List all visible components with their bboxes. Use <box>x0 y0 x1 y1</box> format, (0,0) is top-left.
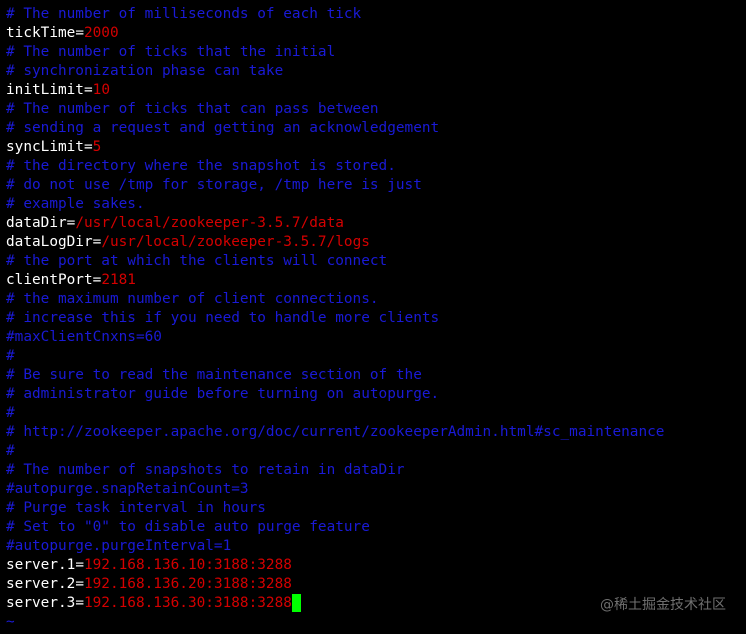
config-value: 192.168.136.20:3188:3288 <box>83 576 292 592</box>
comment-line: # The number of milliseconds of each tic… <box>6 5 746 24</box>
comment-line: # <box>6 347 746 366</box>
config-line: server.1=192.168.136.10:3188:3288 <box>6 556 746 575</box>
comment-line: #autopurge.snapRetainCount=3 <box>6 480 746 499</box>
comment-text: # Purge task interval in hours <box>6 500 266 516</box>
config-value: /usr/local/zookeeper-3.5.7/data <box>75 215 344 231</box>
equals-sign: = <box>83 139 93 155</box>
config-value: 5 <box>92 139 102 155</box>
comment-text: # increase this if you need to handle mo… <box>6 310 440 326</box>
comment-text: # Set to "0" to disable auto purge featu… <box>6 519 370 535</box>
comment-text: # administrator guide before turning on … <box>6 386 440 402</box>
config-line: server.2=192.168.136.20:3188:3288 <box>6 575 746 594</box>
comment-text: # sending a request and getting an ackno… <box>6 120 440 136</box>
comment-line: # The number of ticks that can pass betw… <box>6 100 746 119</box>
watermark: @稀土掘金技术社区 <box>600 597 726 613</box>
config-line: dataLogDir=/usr/local/zookeeper-3.5.7/lo… <box>6 233 746 252</box>
comment-text: #maxClientCnxns=60 <box>6 329 162 345</box>
tilde-marker: ~ <box>6 614 15 630</box>
comment-line: # the directory where the snapshot is st… <box>6 157 746 176</box>
comment-line: #maxClientCnxns=60 <box>6 328 746 347</box>
config-key: dataDir <box>6 215 67 231</box>
text-cursor <box>291 594 301 612</box>
equals-sign: = <box>92 234 102 250</box>
config-value: 192.168.136.10:3188:3288 <box>83 557 292 573</box>
comment-line: # synchronization phase can take <box>6 62 746 81</box>
config-key: dataLogDir <box>6 234 93 250</box>
comment-text: #autopurge.purgeInterval=1 <box>6 538 232 554</box>
config-key: server.2 <box>6 576 76 592</box>
comment-text: # <box>6 405 15 421</box>
config-key: tickTime <box>6 25 76 41</box>
comment-line: # the port at which the clients will con… <box>6 252 746 271</box>
config-key: server.1 <box>6 557 76 573</box>
comment-line: # The number of snapshots to retain in d… <box>6 461 746 480</box>
equals-sign: = <box>75 557 84 573</box>
comment-line: # Be sure to read the maintenance sectio… <box>6 366 746 385</box>
comment-line: # increase this if you need to handle mo… <box>6 309 746 328</box>
comment-line: #autopurge.purgeInterval=1 <box>6 537 746 556</box>
comment-text: #autopurge.snapRetainCount=3 <box>6 481 249 497</box>
comment-line: # http://zookeeper.apache.org/doc/curren… <box>6 423 746 442</box>
comment-line: # Set to "0" to disable auto purge featu… <box>6 518 746 537</box>
comment-text: # http://zookeeper.apache.org/doc/curren… <box>6 424 665 440</box>
comment-line: # administrator guide before turning on … <box>6 385 746 404</box>
comment-line: # example sakes. <box>6 195 746 214</box>
empty-buffer-line: ~ <box>6 613 746 632</box>
equals-sign: = <box>75 25 84 41</box>
config-key: initLimit <box>6 82 84 98</box>
config-line: dataDir=/usr/local/zookeeper-3.5.7/data <box>6 214 746 233</box>
comment-text: # The number of ticks that the initial <box>6 44 336 60</box>
comment-text: # The number of snapshots to retain in d… <box>6 462 405 478</box>
config-line: initLimit=10 <box>6 81 746 100</box>
comment-text: # The number of milliseconds of each tic… <box>6 6 362 22</box>
config-line: tickTime=2000 <box>6 24 746 43</box>
comment-line: # do not use /tmp for storage, /tmp here… <box>6 176 746 195</box>
config-value: 2181 <box>101 272 136 288</box>
comment-text: # the maximum number of client connectio… <box>6 291 379 307</box>
comment-text: # The number of ticks that can pass betw… <box>6 101 379 117</box>
comment-text: # the port at which the clients will con… <box>6 253 388 269</box>
equals-sign: = <box>92 272 102 288</box>
comment-text: # synchronization phase can take <box>6 63 284 79</box>
comment-line: # <box>6 404 746 423</box>
comment-text: # <box>6 443 15 459</box>
comment-text: # Be sure to read the maintenance sectio… <box>6 367 422 383</box>
comment-text: # <box>6 348 15 364</box>
equals-sign: = <box>75 595 84 611</box>
editor-buffer[interactable]: # The number of milliseconds of each tic… <box>6 5 746 632</box>
config-value: /usr/local/zookeeper-3.5.7/logs <box>101 234 370 250</box>
config-key: clientPort <box>6 272 93 288</box>
comment-text: # the directory where the snapshot is st… <box>6 158 396 174</box>
comment-line: # The number of ticks that the initial <box>6 43 746 62</box>
config-line: clientPort=2181 <box>6 271 746 290</box>
config-key: server.3 <box>6 595 76 611</box>
comment-text: # do not use /tmp for storage, /tmp here… <box>6 177 422 193</box>
comment-line: # Purge task interval in hours <box>6 499 746 518</box>
equals-sign: = <box>75 576 84 592</box>
comment-line: # the maximum number of client connectio… <box>6 290 746 309</box>
terminal-window[interactable]: # The number of milliseconds of each tic… <box>0 0 746 634</box>
equals-sign: = <box>83 82 93 98</box>
comment-line: # <box>6 442 746 461</box>
config-value: 2000 <box>83 25 119 41</box>
config-line: syncLimit=5 <box>6 138 746 157</box>
config-value: 10 <box>92 82 110 98</box>
comment-line: # sending a request and getting an ackno… <box>6 119 746 138</box>
config-key: syncLimit <box>6 139 84 155</box>
comment-text: # example sakes. <box>6 196 145 212</box>
config-value: 192.168.136.30:3188:3288 <box>83 595 292 611</box>
